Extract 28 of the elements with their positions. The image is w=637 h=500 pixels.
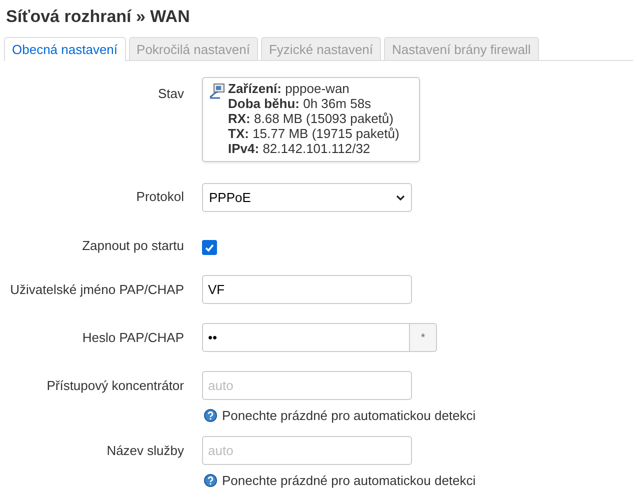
input-field[interactable]: VF	[202, 275, 412, 304]
field-label: Název služby	[106, 442, 184, 458]
network-device-icon	[209, 83, 225, 99]
field-label: Heslo PAP/CHAP	[81, 329, 184, 345]
status-line: TX: 15.77 MB (19715 paketů)	[228, 126, 400, 141]
help-icon	[204, 474, 217, 487]
status-line: IPv4: 82.142.101.112/32	[228, 141, 372, 156]
checkbox[interactable]	[202, 240, 217, 255]
status-line: RX: 8.68 MB (15093 paketů)	[228, 111, 394, 126]
help-icon	[204, 409, 217, 422]
reveal-password-button[interactable]: *	[410, 323, 437, 352]
field-label: Zapnout po startu	[81, 238, 184, 253]
hint-text: Ponechte prázdné pro automatickou detekci	[222, 408, 476, 423]
page-title: Síťová rozhraní » WAN	[5, 6, 191, 28]
status-line: Doba běhu: 0h 36m 58s	[228, 96, 372, 111]
checkmark-icon	[205, 244, 214, 252]
protocol-select[interactable]: PPPoE	[202, 183, 412, 212]
status-line: Zařízení: pppoe-wan	[228, 81, 350, 96]
tab[interactable]: Obecná nastavení	[4, 37, 126, 61]
field-label: Stav	[156, 85, 184, 101]
hint-text: Ponechte prázdné pro automatickou detekci	[222, 473, 476, 488]
input-field[interactable]: auto	[202, 371, 412, 400]
field-label: Přístupový koncentrátor	[46, 377, 184, 393]
chevron-down-icon	[396, 194, 405, 200]
field-label: Uživatelské jméno PAP/CHAP	[9, 281, 184, 297]
input-field[interactable]: auto	[202, 436, 412, 465]
field-label: Protokol	[135, 188, 184, 204]
password-field[interactable]: ••	[202, 323, 410, 352]
